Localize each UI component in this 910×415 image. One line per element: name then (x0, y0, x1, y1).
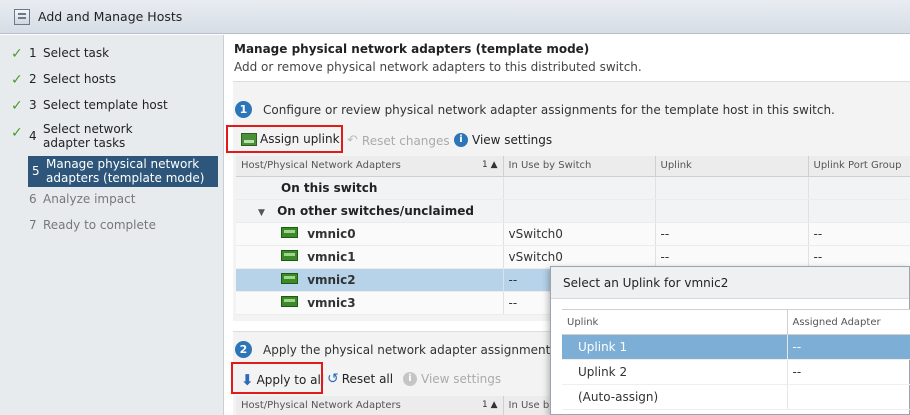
column-header-port-group[interactable]: Uplink Port Group (808, 156, 910, 177)
step-manage-physical-adapters[interactable]: 5 Manage physical network adapters (temp… (28, 156, 218, 187)
uplink-row-1[interactable]: Uplink 1 -- (562, 334, 910, 360)
step-label: Ready to complete (43, 218, 156, 232)
window-titlebar: Add and Manage Hosts (0, 0, 910, 34)
view-settings-button[interactable]: i View settings (454, 133, 552, 147)
port-group-cell: -- (808, 245, 910, 269)
in-use-cell: vSwitch0 (503, 222, 656, 246)
in-use-cell: vSwitch0 (503, 245, 656, 269)
step-select-task[interactable]: ✓ 1 Select task (0, 46, 115, 62)
uplink-name: (Auto-assign) (562, 384, 787, 410)
undo-icon: ↶ (347, 133, 358, 148)
reset-changes-label: Reset changes (361, 133, 450, 148)
table-header-row: Uplink Assigned Adapter (562, 309, 910, 335)
reset-all-label: Reset all (341, 372, 394, 386)
page-subtitle: Add or remove physical network adapters … (234, 60, 642, 74)
column-header-assigned-adapter[interactable]: Assigned Adapter (786, 309, 910, 335)
expand-arrow-icon[interactable]: ▼ (258, 208, 265, 218)
step-number: 6 (29, 192, 37, 206)
uplink-cell: -- (655, 222, 809, 246)
highlight-assign-uplink (226, 125, 343, 153)
step-number: 7 (29, 218, 37, 232)
step-label: Analyze impact (43, 192, 136, 206)
highlight-apply-to-all (231, 362, 323, 394)
step-number: 3 (29, 98, 37, 112)
step-number: 5 (32, 164, 40, 178)
apply-table: Host/Physical Network Adapters 1 ▲ In Us… (236, 396, 562, 415)
network-adapter-icon (281, 272, 298, 284)
assigned-adapter: -- (786, 334, 910, 360)
adapter-name: vmnic3 (307, 295, 356, 310)
step-analyze-impact: 6 Analyze impact (0, 192, 141, 206)
step-number: 1 (29, 46, 37, 60)
view-settings-label: View settings (472, 133, 553, 147)
group-row-on-other-switches[interactable]: ▼ On other switches/unclaimed (236, 199, 910, 223)
sort-indicator: 1 ▲ (481, 400, 498, 411)
reset-all-button[interactable]: ↺ Reset all (327, 371, 393, 387)
section-2-badge: 2 (235, 341, 252, 358)
step-label: Select template host (43, 98, 168, 112)
reset-icon: ↺ (327, 371, 339, 387)
section-1-badge: 1 (235, 101, 252, 118)
page-header: Manage physical network adapters (templa… (225, 35, 910, 81)
table-header-row: Host/Physical Network Adapters 1 ▲ In Us… (236, 396, 562, 415)
section-2-description: Apply the physical network adapter assig… (263, 343, 584, 357)
uplink-cell: -- (655, 245, 809, 269)
sort-indicator: 1 ▲ (481, 160, 498, 171)
column-header-adapters[interactable]: Host/Physical Network Adapters 1 ▲ (236, 156, 504, 177)
step-number: 2 (29, 72, 37, 86)
checkmark-icon: ✓ (11, 72, 23, 88)
uplink-name: Uplink 1 (562, 334, 787, 360)
network-adapter-icon (281, 226, 298, 238)
popup-title: Select an Uplink for vmnic2 (551, 267, 909, 299)
page-title: Manage physical network adapters (templa… (234, 42, 590, 56)
section-1-description: Configure or review physical network ada… (263, 103, 835, 117)
step-select-hosts[interactable]: ✓ 2 Select hosts (0, 72, 122, 88)
table-row-vmnic1[interactable]: vmnic1 vSwitch0 -- -- (236, 245, 910, 269)
adapter-name: vmnic1 (307, 249, 356, 264)
step-select-network-adapter-tasks[interactable]: ✓ 4 Select network adapter tasks (0, 122, 200, 150)
reset-changes-button[interactable]: ↶ Reset changes (347, 133, 450, 148)
table-header-row: Host/Physical Network Adapters 1 ▲ In Us… (236, 156, 910, 177)
view-settings-button-2[interactable]: i View settings (403, 372, 501, 386)
assigned-adapter: -- (786, 359, 910, 385)
table-row-vmnic0[interactable]: vmnic0 vSwitch0 -- -- (236, 222, 910, 246)
info-icon: i (403, 372, 417, 386)
column-header-uplink[interactable]: Uplink (562, 309, 787, 335)
step-number: 4 (29, 129, 37, 143)
wizard-steps-sidebar: ✓ 1 Select task ✓ 2 Select hosts ✓ 3 Sel… (0, 35, 224, 415)
select-uplink-popup: Select an Uplink for vmnic2 Uplink Assig… (550, 266, 910, 415)
window-title: Add and Manage Hosts (38, 9, 183, 24)
group-label: On other switches/unclaimed (277, 203, 474, 218)
uplink-row-auto-assign[interactable]: (Auto-assign) (562, 384, 910, 410)
port-group-cell: -- (808, 222, 910, 246)
info-icon: i (454, 133, 468, 147)
group-row-on-this-switch[interactable]: On this switch (236, 176, 910, 200)
group-label: On this switch (236, 176, 504, 200)
network-adapter-icon (281, 249, 298, 261)
uplink-name: Uplink 2 (562, 359, 787, 385)
column-header-uplink[interactable]: Uplink (655, 156, 809, 177)
checkmark-icon: ✓ (11, 46, 23, 62)
step-ready-to-complete: 7 Ready to complete (0, 218, 162, 232)
uplink-row-2[interactable]: Uplink 2 -- (562, 359, 910, 385)
adapter-name: vmnic2 (307, 272, 356, 287)
assigned-adapter (786, 384, 910, 410)
column-header-in-use[interactable]: In Use by Switch (503, 156, 656, 177)
step-label: Manage physical network adapters (templa… (46, 157, 205, 185)
step-label: Select hosts (43, 72, 116, 86)
adapter-name: vmnic0 (307, 226, 356, 241)
wizard-icon (14, 8, 30, 25)
column-header-adapters[interactable]: Host/Physical Network Adapters 1 ▲ (236, 396, 504, 415)
view-settings-label: View settings (421, 372, 502, 386)
step-label: Select task (43, 46, 110, 60)
network-adapter-icon (281, 295, 298, 307)
step-label: Select network adapter tasks (43, 122, 133, 150)
step-select-template-host[interactable]: ✓ 3 Select template host (0, 98, 174, 114)
uplink-table: Uplink Assigned Adapter Uplink 1 -- Upli… (562, 309, 910, 410)
checkmark-icon: ✓ (11, 98, 23, 114)
checkmark-icon: ✓ (11, 125, 23, 141)
